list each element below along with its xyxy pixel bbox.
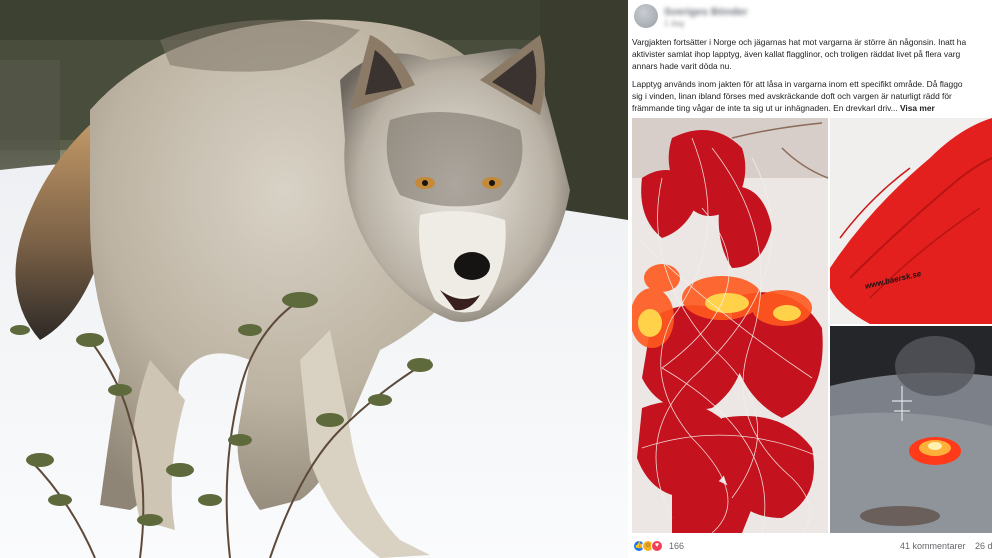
- post-paragraph-2: Lapptyg används inom jakten för att låsa…: [632, 78, 992, 115]
- text-line: Lapptyg används inom jakten för att låsa…: [632, 78, 963, 89]
- photo-grid: www.baersk.se: [632, 118, 992, 533]
- post-time[interactable]: 1 dag: [664, 19, 684, 28]
- post-paragraph-1: Vargjakten fortsätter i Norge och jägarn…: [632, 36, 992, 73]
- post-header: Sveriges Bönder 1 dag: [632, 0, 992, 34]
- author-name[interactable]: Sveriges Bönder: [664, 6, 747, 18]
- facebook-post: Sveriges Bönder 1 dag Vargjakten fortsät…: [632, 0, 992, 558]
- reaction-count[interactable]: 166: [669, 541, 684, 551]
- post-text: Vargjakten fortsätter i Norge och jägarn…: [632, 36, 992, 119]
- text-line: annars hade varit döda nu.: [632, 61, 732, 72]
- wolf-illustration: [0, 0, 628, 558]
- shares-count[interactable]: 26 d: [975, 541, 992, 551]
- text-line: sig i vinden, linan ibland förses med av…: [632, 90, 952, 101]
- wolf-photo: [0, 0, 628, 558]
- reaction-icons[interactable]: 👍 ☺ ♥: [633, 540, 669, 552]
- text-line: Vargjakten fortsätter i Norge och jägarn…: [632, 37, 967, 47]
- avatar[interactable]: [634, 4, 658, 28]
- comments-count[interactable]: 41 kommentarer: [900, 541, 966, 551]
- photo-red-flag-cloth[interactable]: [830, 118, 992, 324]
- photo-night-fire[interactable]: [830, 326, 992, 533]
- post-footer: 👍 ☺ ♥ 166 41 kommentarer 26 d: [632, 536, 992, 558]
- text-line: aktivister samlat ihop lapptyg, även kal…: [632, 49, 961, 60]
- see-more-link[interactable]: Visa mer: [900, 103, 935, 113]
- love-icon: ♥: [651, 540, 663, 552]
- photo-burning-flag-lines[interactable]: [632, 118, 828, 533]
- text-line: främmande ting vågar de inte ta sig ut u…: [632, 103, 898, 114]
